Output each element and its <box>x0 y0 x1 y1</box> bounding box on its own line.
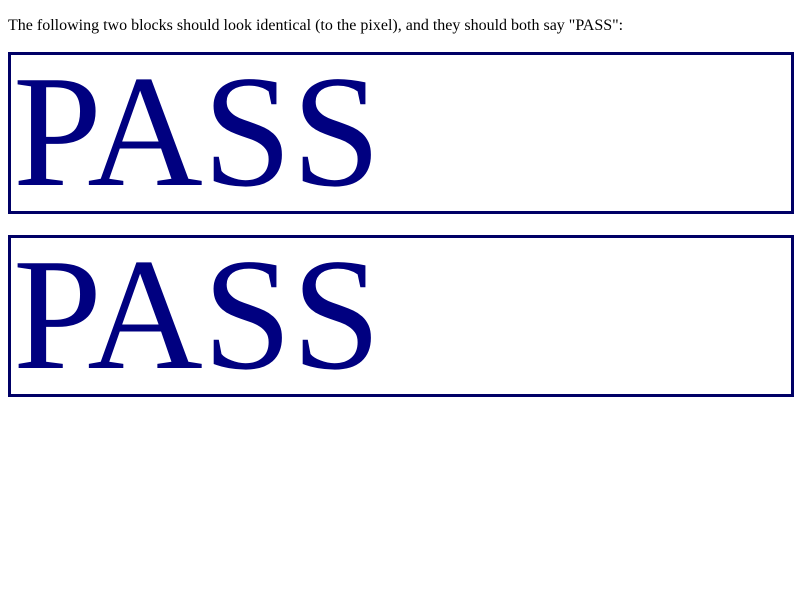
test-block-first: PASS <box>8 52 794 214</box>
pass-label: PASS <box>13 52 381 214</box>
instruction-text: The following two blocks should look ide… <box>8 17 624 34</box>
pass-label: PASS <box>13 235 381 397</box>
test-block-second: PASS <box>8 235 794 397</box>
